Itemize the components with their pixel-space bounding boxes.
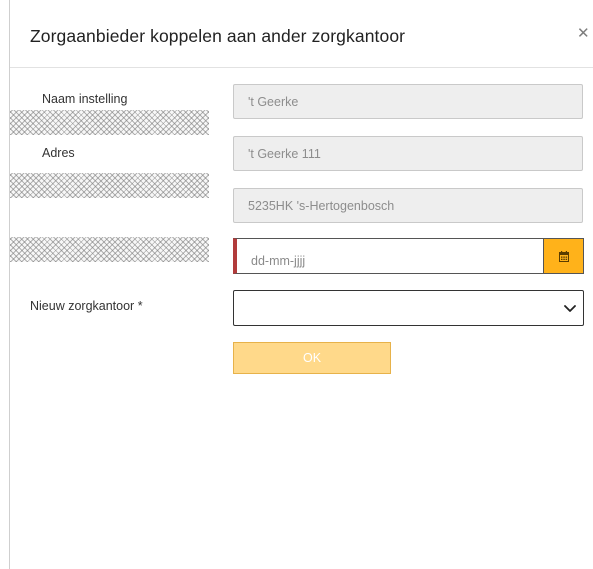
date-input-group (233, 238, 584, 274)
date-input[interactable] (233, 238, 543, 274)
modal-header: Zorgaanbieder koppelen aan ander zorgkan… (10, 0, 593, 68)
close-icon[interactable]: ✕ (577, 25, 590, 43)
chevron-down-icon (564, 305, 576, 312)
redacted-label (10, 173, 209, 198)
nieuw-zorgkantoor-label: Nieuw zorgkantoor * (30, 299, 143, 313)
naam-instelling-label: Naam instelling (42, 92, 128, 106)
nieuw-zorgkantoor-select[interactable] (233, 290, 584, 326)
modal-dialog: Zorgaanbieder koppelen aan ander zorgkan… (9, 0, 593, 569)
modal-title: Zorgaanbieder koppelen aan ander zorgkan… (30, 26, 406, 46)
calendar-button[interactable] (543, 238, 584, 274)
redacted-label (10, 110, 209, 135)
naam-instelling-field: 't Geerke (233, 84, 583, 119)
ok-button[interactable]: OK (233, 342, 391, 374)
adres-postal-city-field: 5235HK 's-Hertogenbosch (233, 188, 583, 223)
redacted-label (10, 237, 209, 262)
calendar-icon (559, 251, 569, 262)
adres-street-field: 't Geerke 111 (233, 136, 583, 171)
adres-label: Adres (42, 146, 75, 160)
